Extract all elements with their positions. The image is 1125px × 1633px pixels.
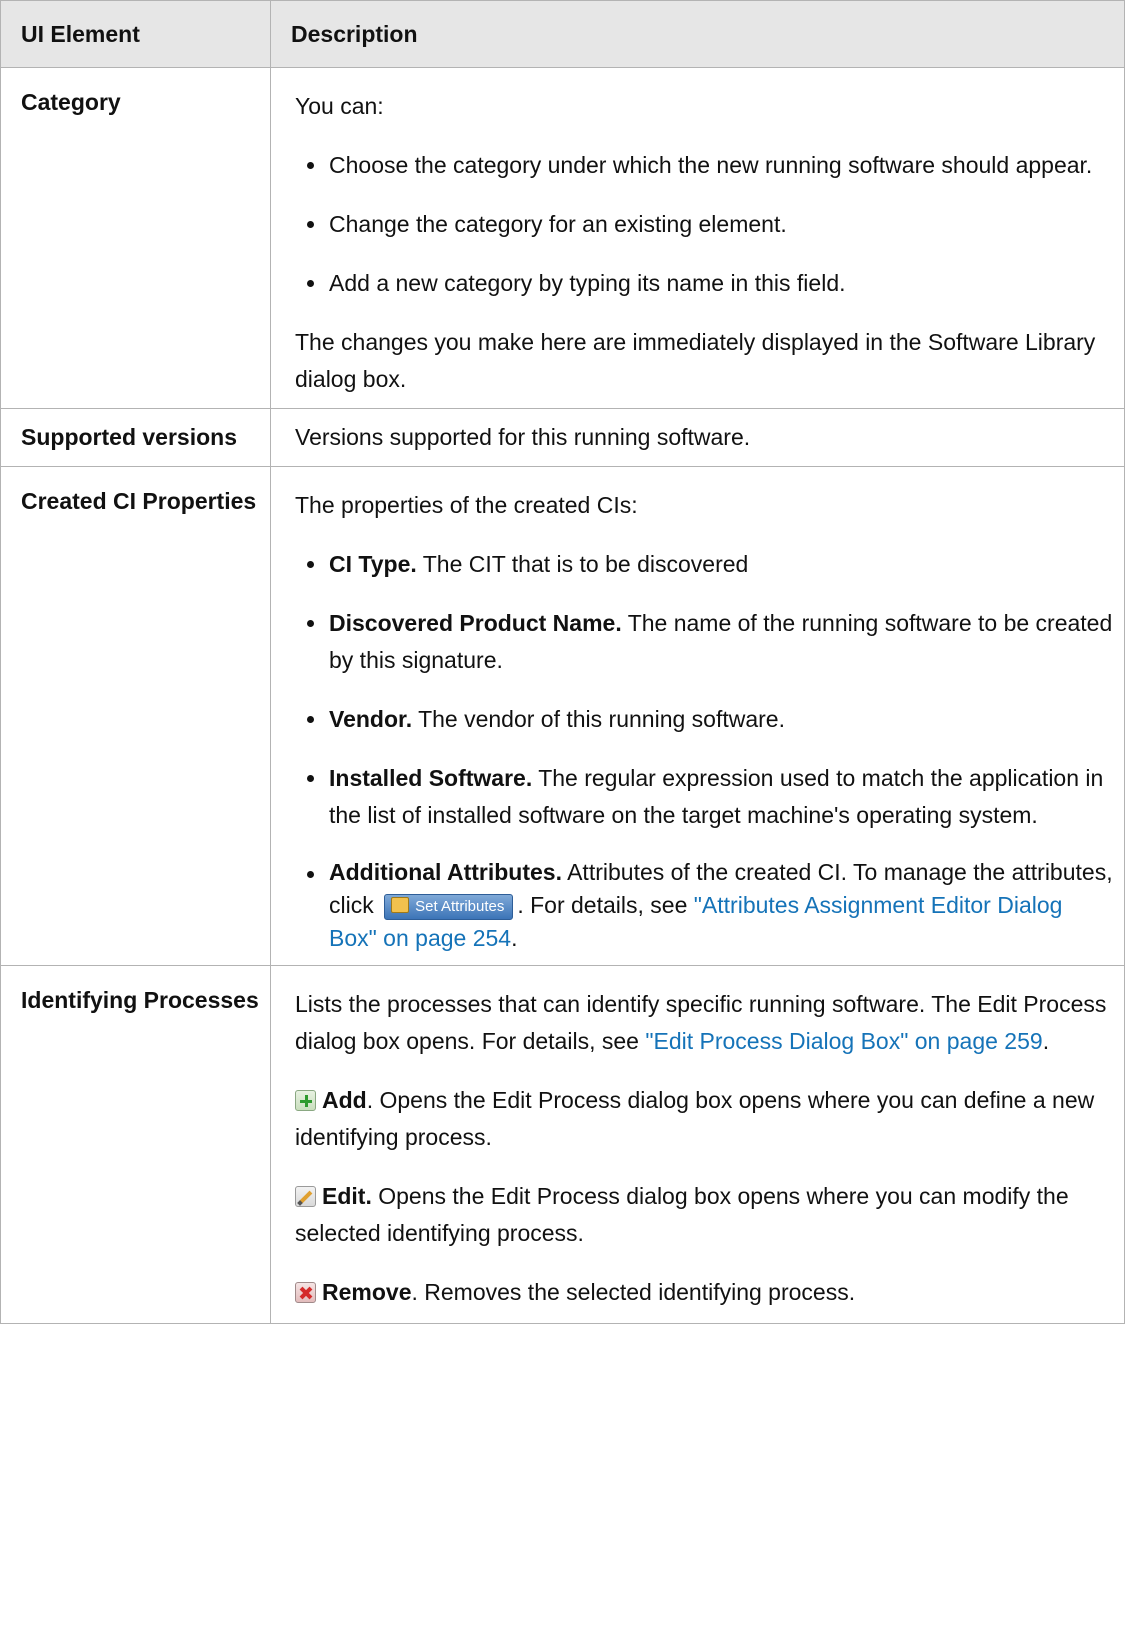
- created-properties-list: CI Type. The CIT that is to be discovere…: [295, 546, 1114, 955]
- header-description: Description: [270, 0, 1125, 68]
- processes-intro: Lists the processes that can identify sp…: [295, 986, 1114, 1060]
- remove-icon[interactable]: [295, 1282, 316, 1303]
- category-intro: You can:: [295, 93, 384, 119]
- versions-text: Versions supported for this running soft…: [295, 424, 751, 450]
- add-action: Add. Opens the Edit Process dialog box o…: [295, 1082, 1114, 1156]
- list-item: Add a new category by typing its name in…: [307, 265, 1114, 302]
- property-term: Installed Software.: [329, 765, 533, 791]
- ui-element-table: UI Element Description Category You can:…: [0, 0, 1125, 1324]
- list-item: Change the category for an existing elem…: [307, 206, 1114, 243]
- remove-term: Remove: [322, 1279, 412, 1305]
- table-header-row: UI Element Description: [0, 0, 1125, 68]
- header-ui-element: UI Element: [0, 0, 271, 68]
- element-description: You can: Choose the category under which…: [270, 67, 1125, 409]
- element-description: The properties of the created CIs: CI Ty…: [270, 466, 1125, 966]
- list-item: Discovered Product Name. The name of the…: [307, 605, 1114, 679]
- table-row: Identifying Processes Lists the processe…: [0, 965, 1125, 1324]
- remove-text: . Removes the selected identifying proce…: [411, 1279, 856, 1305]
- element-name: Supported versions: [0, 408, 271, 467]
- remove-action: Remove. Removes the selected identifying…: [295, 1274, 1114, 1311]
- add-term: Add: [322, 1087, 367, 1113]
- property-term: Discovered Product Name.: [329, 610, 622, 636]
- table-row: Created CI Properties The properties of …: [0, 466, 1125, 966]
- edit-action: Edit. Opens the Edit Process dialog box …: [295, 1178, 1114, 1252]
- edit-icon[interactable]: [295, 1186, 316, 1207]
- element-description: Versions supported for this running soft…: [270, 408, 1125, 467]
- table-row: Category You can: Choose the category un…: [0, 67, 1125, 409]
- element-name: Identifying Processes: [0, 965, 271, 1324]
- element-name: Category: [0, 67, 271, 409]
- table-row: Supported versions Versions supported fo…: [0, 408, 1125, 467]
- property-term: Vendor.: [329, 706, 413, 732]
- list-item: Additional Attributes. Attributes of the…: [307, 856, 1114, 955]
- set-attributes-label: Set Attributes: [415, 898, 505, 915]
- add-icon[interactable]: [295, 1090, 316, 1111]
- list-item: Choose the category under which the new …: [307, 147, 1114, 184]
- processes-intro-end: .: [1042, 1028, 1050, 1054]
- edit-process-link[interactable]: "Edit Process Dialog Box" on page 259: [645, 1028, 1042, 1054]
- property-term: CI Type.: [329, 551, 417, 577]
- property-text: The vendor of this running software.: [412, 706, 785, 732]
- category-note: The changes you make here are immediatel…: [295, 329, 1096, 392]
- list-item: Installed Software. The regular expressi…: [307, 760, 1114, 834]
- list-item: CI Type. The CIT that is to be discovere…: [307, 546, 1114, 583]
- property-term: Additional Attributes.: [329, 859, 562, 885]
- property-text: The CIT that is to be discovered: [416, 551, 749, 577]
- edit-text: Opens the Edit Process dialog box opens …: [295, 1183, 1069, 1246]
- property-text: .: [511, 925, 518, 951]
- created-intro: The properties of the created CIs:: [295, 492, 638, 518]
- add-text: . Opens the Edit Process dialog box open…: [295, 1087, 1095, 1150]
- set-attributes-button[interactable]: Set Attributes: [384, 894, 514, 920]
- list-item: Vendor. The vendor of this running softw…: [307, 701, 1114, 738]
- element-description: Lists the processes that can identify sp…: [270, 965, 1125, 1324]
- element-name: Created CI Properties: [0, 466, 271, 966]
- attributes-icon: [391, 897, 410, 913]
- category-options-list: Choose the category under which the new …: [295, 147, 1114, 302]
- edit-term: Edit.: [322, 1183, 372, 1209]
- property-text: . For details, see: [517, 892, 694, 918]
